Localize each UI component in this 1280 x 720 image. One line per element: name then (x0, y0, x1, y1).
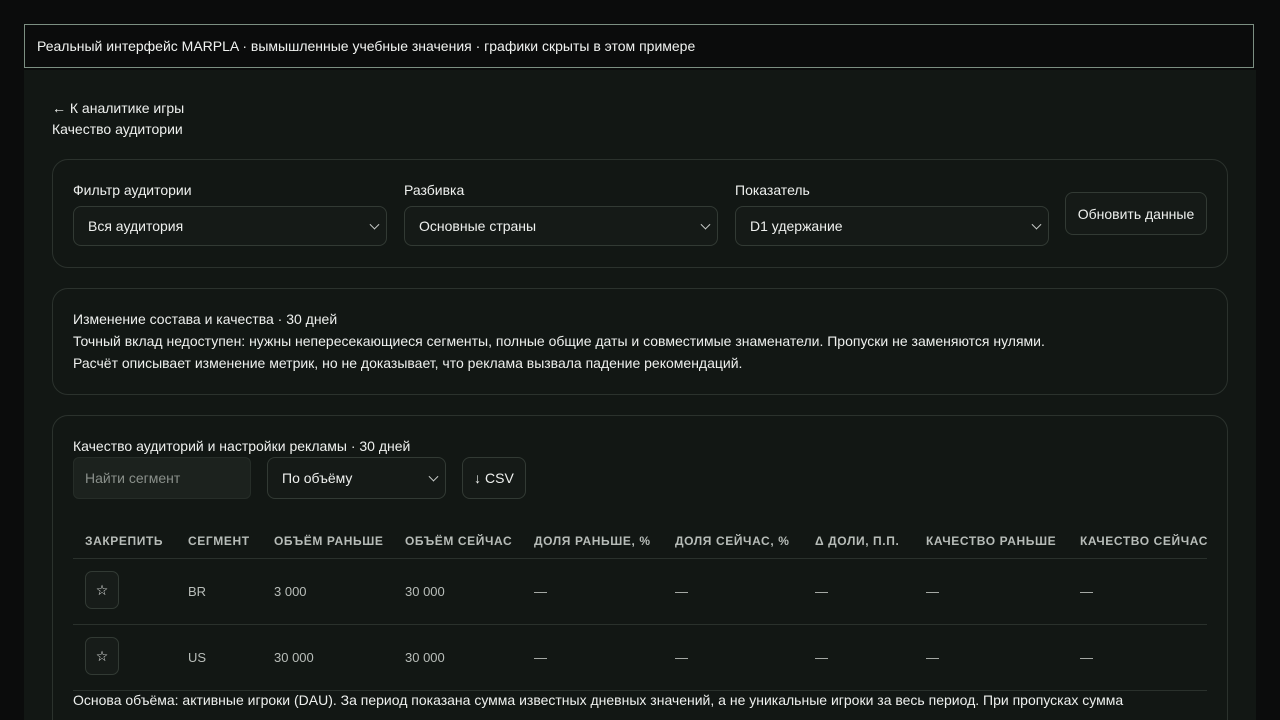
audience-filter-value: Вся аудитория (88, 218, 184, 234)
column-header-volume-before[interactable]: ОБЪЁМ РАНЬШЕ (274, 534, 383, 548)
table-header: ЗАКРЕПИТЬ СЕГМЕНТ ОБЪЁМ РАНЬШЕ ОБЪЁМ СЕЙ… (73, 520, 1207, 559)
column-header-quality-now[interactable]: КАЧЕСТВО СЕЙЧАС (1080, 534, 1208, 548)
segment-search-input[interactable]: Найти сегмент (73, 457, 251, 499)
cell-quality-now: — (1080, 650, 1093, 665)
star-icon: ☆ (95, 581, 109, 598)
volume-basis-footnote: Основа объёма: активные игроки (DAU). За… (73, 692, 1124, 708)
breakdown-value: Основные страны (419, 218, 537, 234)
metric-select[interactable]: D1 удержание (735, 206, 1049, 246)
column-header-segment[interactable]: СЕГМЕНТ (188, 534, 250, 548)
cell-share-delta: — (815, 584, 828, 599)
composition-change-note: Точный вклад недоступен: нужны непересек… (73, 333, 1045, 349)
chevron-down-icon (700, 219, 711, 230)
cell-share-delta: — (815, 650, 828, 665)
cell-volume-now: 30 000 (405, 650, 445, 665)
column-header-pin[interactable]: ЗАКРЕПИТЬ (85, 534, 163, 548)
column-header-share-now[interactable]: ДОЛЯ СЕЙЧАС, % (675, 534, 789, 548)
metric-value: D1 удержание (750, 218, 843, 234)
filters-card: Фильтр аудитории Вся аудитория Разбивка … (52, 159, 1228, 268)
cell-quality-now: — (1080, 584, 1093, 599)
segments-table: ЗАКРЕПИТЬ СЕГМЕНТ ОБЪЁМ РАНЬШЕ ОБЪЁМ СЕЙ… (73, 520, 1207, 691)
composition-change-disclaimer: Расчёт описывает изменение метрик, но не… (73, 355, 743, 371)
cell-share-before: — (534, 650, 547, 665)
metric-label: Показатель (735, 182, 810, 198)
column-header-quality-before[interactable]: КАЧЕСТВО РАНЬШЕ (926, 534, 1056, 548)
breakdown-label: Разбивка (404, 182, 465, 198)
segment-search-placeholder: Найти сегмент (85, 470, 181, 486)
column-header-share-delta[interactable]: Δ ДОЛИ, П.П. (815, 534, 899, 548)
composition-change-title: Изменение состава и качества · 30 дней (73, 311, 338, 327)
audience-quality-page: ← К аналитике игры Качество аудитории Фи… (24, 70, 1256, 720)
demo-banner: Реальный интерфейс MARPLA · вымышленные … (24, 24, 1254, 68)
sort-value: По объёму (282, 470, 353, 486)
star-icon: ☆ (95, 647, 109, 664)
column-header-share-before[interactable]: ДОЛЯ РАНЬШЕ, % (534, 534, 651, 548)
csv-export-button[interactable]: ↓ CSV (462, 457, 526, 499)
page-title: Качество аудитории (52, 121, 183, 137)
sort-select[interactable]: По объёму (267, 457, 446, 499)
demo-banner-text: Реальный интерфейс MARPLA · вымышленные … (37, 38, 696, 54)
refresh-data-button[interactable]: Обновить данные (1065, 192, 1207, 235)
segments-table-card: Качество аудиторий и настройки рекламы ·… (52, 415, 1228, 720)
cell-quality-before: — (926, 650, 939, 665)
table-row: ☆ US 30 000 30 000 — — — — — (73, 625, 1207, 691)
cell-volume-now: 30 000 (405, 584, 445, 599)
cell-segment: US (188, 650, 207, 665)
composition-change-card: Изменение состава и качества · 30 дней Т… (52, 288, 1228, 395)
audience-filter-label: Фильтр аудитории (73, 182, 192, 198)
audience-filter-select[interactable]: Вся аудитория (73, 206, 387, 246)
breakdown-select[interactable]: Основные страны (404, 206, 718, 246)
table-row: ☆ BR 3 000 30 000 — — — — — (73, 559, 1207, 625)
chevron-down-icon (369, 219, 380, 230)
cell-segment: BR (188, 584, 207, 599)
cell-volume-before: 3 000 (274, 584, 307, 599)
cell-volume-before: 30 000 (274, 650, 314, 665)
segments-section-title: Качество аудиторий и настройки рекламы ·… (73, 438, 411, 454)
cell-share-before: — (534, 584, 547, 599)
pin-segment-button[interactable]: ☆ (85, 637, 119, 675)
cell-share-now: — (675, 650, 688, 665)
chevron-down-icon (1031, 219, 1042, 230)
back-to-game-analytics-link[interactable]: ← К аналитике игры (52, 100, 184, 116)
cell-quality-before: — (926, 584, 939, 599)
chevron-down-icon (428, 471, 439, 482)
pin-segment-button[interactable]: ☆ (85, 571, 119, 609)
cell-share-now: — (675, 584, 688, 599)
column-header-volume-now[interactable]: ОБЪЁМ СЕЙЧАС (405, 534, 512, 548)
